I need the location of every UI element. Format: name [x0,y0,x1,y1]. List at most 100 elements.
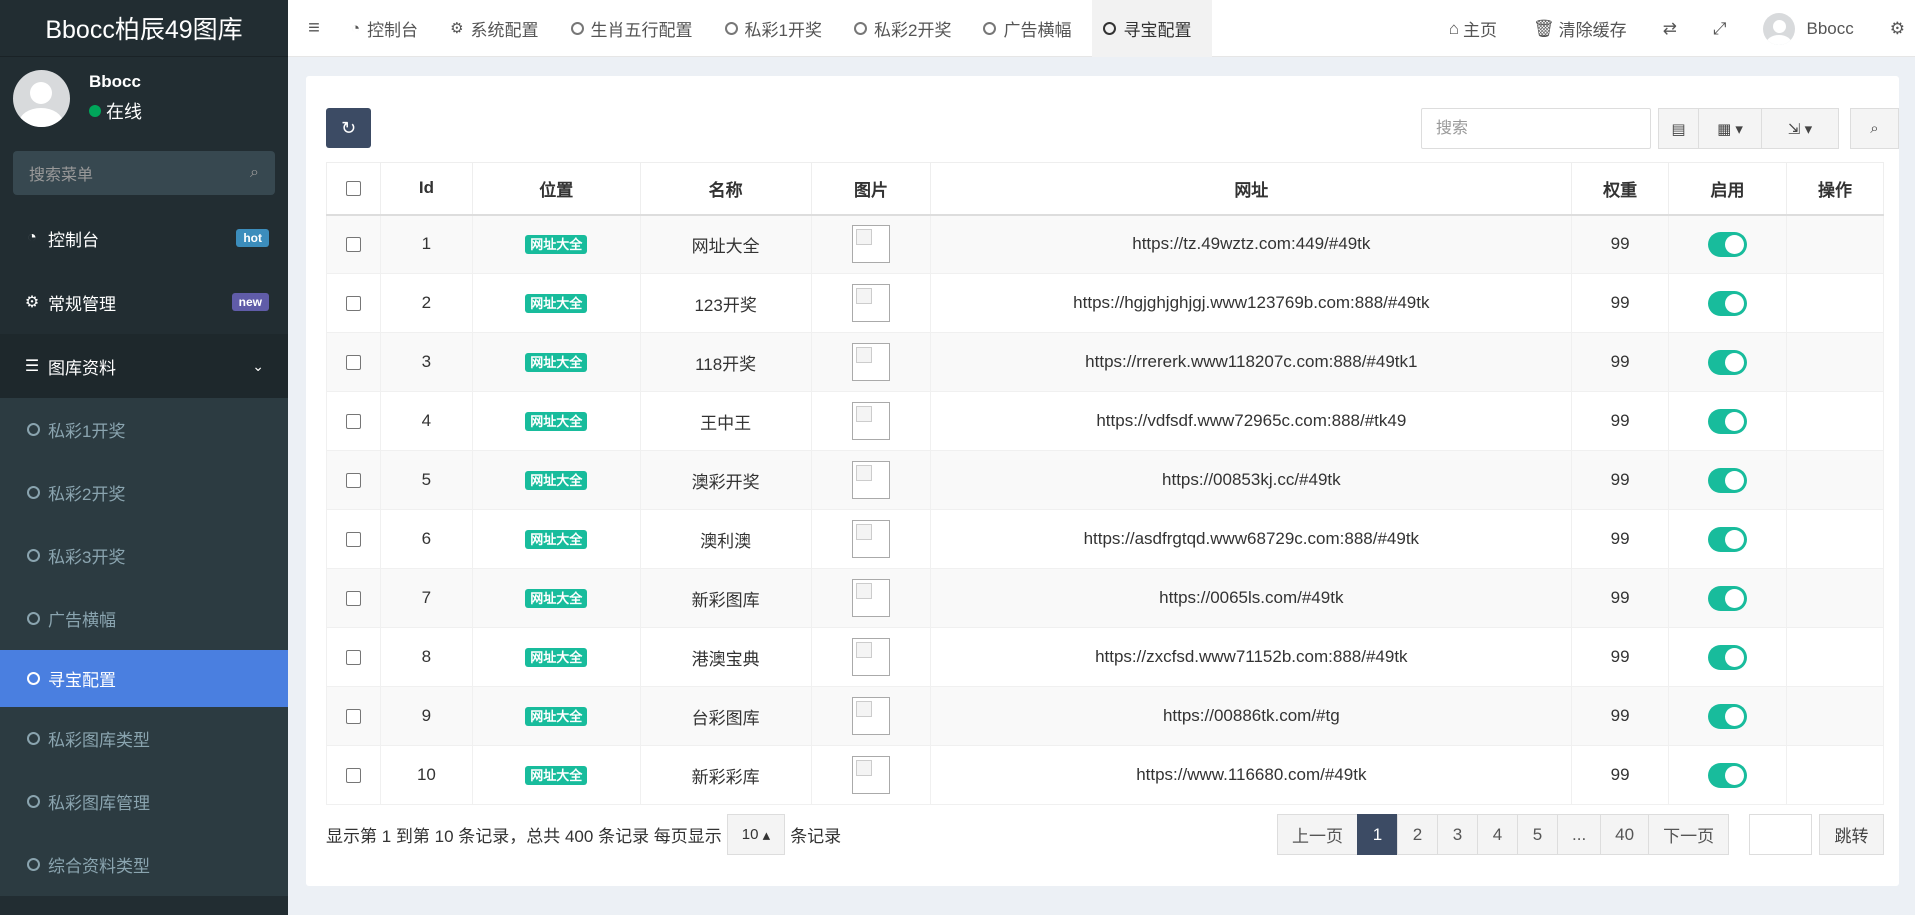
enabled-toggle[interactable] [1708,526,1748,552]
translate-icon[interactable]: ⇄ [1645,19,1695,39]
broken-image-icon[interactable] [852,579,891,617]
broken-image-icon[interactable] [852,697,891,735]
enabled-toggle[interactable] [1708,762,1748,788]
col-id[interactable]: Id [379,162,473,216]
page-button-4[interactable]: 4 [1477,814,1518,855]
table-row[interactable]: 10 网址大全 新彩彩库 https://www.116680.com/#49tk 99 [326,745,1884,805]
cell-image[interactable] [810,686,932,746]
table-row[interactable]: 1 网址大全 网址大全 https://tz.49wztz.com:449/#49tk… [326,214,1884,274]
cell-image[interactable] [810,332,932,392]
table-search-input[interactable] [1421,108,1651,149]
home-link[interactable]: ⌂ 主页 [1431,16,1515,41]
enabled-toggle[interactable] [1708,349,1748,375]
enabled-toggle[interactable] [1708,408,1748,434]
row-checkbox[interactable] [326,273,381,333]
tab-system-config[interactable]: ⚙ 系统配置 [439,0,559,57]
table-row[interactable]: 4 网址大全 王中王 https://vdfsdf.www72965c.com:888… [326,391,1884,451]
table-row[interactable]: 3 网址大全 118开奖 https://rrererk.www118207c.com… [326,332,1884,392]
export-button[interactable]: ⇲ ▾ [1761,108,1839,149]
menu-search-input[interactable]: 搜索菜单 ⌕ [13,151,275,195]
col-enabled[interactable]: 启用 [1668,162,1788,216]
page-button-3[interactable]: 3 [1437,814,1478,855]
tab-banner[interactable]: 广告横幅 [972,0,1092,57]
row-checkbox[interactable] [326,627,381,687]
sidebar-item-banner[interactable]: 广告横幅 [0,587,288,650]
sidebar-item-lottery1[interactable]: 私彩1开奖 [0,398,288,461]
search-toggle-button[interactable]: ⌕ [1850,108,1899,149]
broken-image-icon[interactable] [852,284,891,322]
row-checkbox[interactable] [326,391,381,451]
cell-image[interactable] [810,627,932,687]
col-image[interactable]: 图片 [810,162,932,216]
jump-button[interactable]: 跳转 [1819,814,1884,855]
table-row[interactable]: 9 网址大全 台彩图库 https://00886tk.com/#tg 99 [326,686,1884,746]
sidebar-item-general[interactable]: ⚙ 常规管理 new [0,270,288,334]
sidebar-item-gallery[interactable]: ☰ 图库资料 ⌄ [0,334,288,398]
row-checkbox[interactable] [326,332,381,392]
sidebar-item-info-type[interactable]: 综合资料类型 [0,833,288,896]
enabled-toggle[interactable] [1708,703,1748,729]
sidebar-item-dashboard[interactable]: ◔ 控制台 hot [0,206,288,270]
sidebar-item-gallery-manage[interactable]: 私彩图库管理 [0,770,288,833]
col-weight[interactable]: 权重 [1571,162,1670,216]
page-button-40[interactable]: 40 [1600,814,1650,855]
cell-image[interactable] [810,509,932,569]
page-button-2[interactable]: 2 [1397,814,1438,855]
broken-image-icon[interactable] [852,225,891,264]
table-row[interactable]: 5 网址大全 澳彩开奖 https://00853kj.cc/#49tk 99 [326,450,1884,510]
table-row[interactable]: 7 网址大全 新彩图库 https://0065ls.com/#49tk 99 [326,568,1884,628]
tab-treasure-config[interactable]: 寻宝配置 [1092,0,1213,57]
sidebar-item-treasure[interactable]: 寻宝配置 [0,650,288,707]
col-position[interactable]: 位置 [471,162,641,216]
page-button-1[interactable]: 1 [1357,814,1398,855]
page-button-5[interactable]: 5 [1517,814,1558,855]
table-row[interactable]: 2 网址大全 123开奖 https://hgjghjghjgj.www123769b… [326,273,1884,333]
cell-image[interactable] [810,391,932,451]
clear-cache-button[interactable]: 🗑 清除缓存 [1515,16,1645,41]
select-all-checkbox[interactable] [326,162,381,216]
sidebar-item-gallery-type[interactable]: 私彩图库类型 [0,707,288,770]
prev-page-button[interactable]: 上一页 [1277,814,1358,855]
broken-image-icon[interactable] [852,638,891,676]
cell-image[interactable] [810,214,932,274]
user-menu[interactable]: Bbocc [1745,12,1872,45]
columns-toggle-button[interactable]: ▦ ▾ [1698,108,1762,149]
enabled-toggle[interactable] [1708,467,1748,493]
row-checkbox[interactable] [326,686,381,746]
cell-image[interactable] [810,273,932,333]
page-size-select[interactable]: 10 ▴ [726,814,786,855]
enabled-toggle[interactable] [1708,644,1748,670]
table-row[interactable]: 8 网址大全 港澳宝典 https://zxcfsd.www71152b.com:88… [326,627,1884,687]
enabled-toggle[interactable] [1708,290,1748,316]
tab-dashboard[interactable]: ◔ 控制台 [340,0,439,57]
hamburger-icon[interactable]: ≡ [288,17,340,40]
enabled-toggle[interactable] [1708,585,1748,611]
tab-lottery1[interactable]: 私彩1开奖 [714,0,843,57]
next-page-button[interactable]: 下一页 [1648,814,1730,855]
row-checkbox[interactable] [326,745,381,805]
sidebar-item-lottery2[interactable]: 私彩2开奖 [0,461,288,524]
broken-image-icon[interactable] [852,343,891,381]
broken-image-icon[interactable] [852,520,891,558]
row-checkbox[interactable] [326,450,381,510]
row-checkbox[interactable] [326,568,381,628]
broken-image-icon[interactable] [852,461,891,499]
fullscreen-icon[interactable]: ⤢ [1695,19,1745,39]
row-checkbox[interactable] [326,214,381,274]
sidebar-item-lottery3[interactable]: 私彩3开奖 [0,524,288,587]
tab-zodiac-config[interactable]: 生肖五行配置 [560,0,714,57]
tab-lottery2[interactable]: 私彩2开奖 [843,0,972,57]
col-name[interactable]: 名称 [639,162,812,216]
cell-image[interactable] [810,568,932,628]
cell-image[interactable] [810,745,932,805]
col-url[interactable]: 网址 [930,162,1573,216]
card-view-button[interactable]: ▤ [1658,108,1699,149]
enabled-toggle[interactable] [1708,231,1748,257]
refresh-button[interactable]: ↻ [326,108,371,148]
broken-image-icon[interactable] [852,402,891,440]
broken-image-icon[interactable] [852,756,891,794]
settings-gear-icon[interactable]: ⚙ [1872,19,1915,39]
app-brand[interactable]: Bbocc柏辰49图库 [0,0,288,57]
row-checkbox[interactable] [326,509,381,569]
cell-image[interactable] [810,450,932,510]
